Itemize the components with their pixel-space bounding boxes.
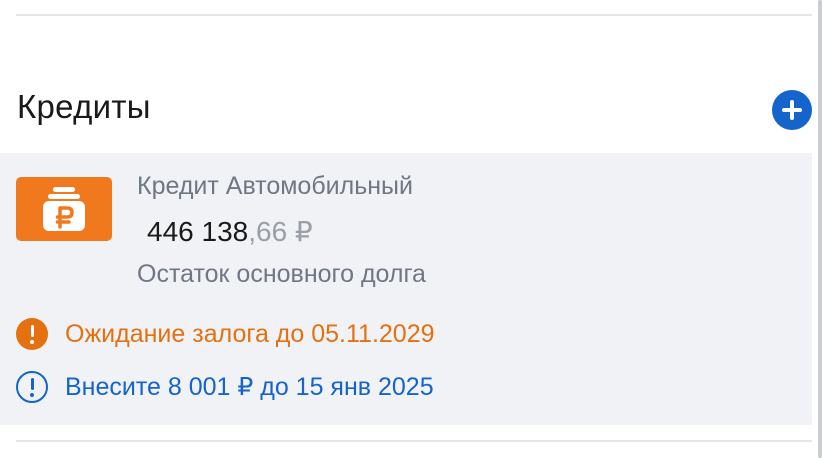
add-credit-button[interactable] [772,90,812,130]
pledge-warning-text: Ожидание залога до 05.11.2029 [65,319,435,348]
exclamation-circle-filled-icon [16,318,48,350]
amount-fraction: ,66 [248,216,288,247]
bottom-divider [16,440,812,442]
scrollbar[interactable] [818,0,822,458]
exclamation-circle-outline-icon [16,371,48,403]
pledge-warning[interactable]: Ожидание залога до 05.11.2029 [16,318,435,350]
wallet-ruble-icon [16,177,112,241]
credit-card[interactable]: Кредит Автомобильный 446 138,66 ₽ Остато… [0,153,812,425]
credit-amount: 446 138,66 ₽ [147,215,313,248]
payment-reminder-text: Внесите 8 001 ₽ до 15 янв 2025 [65,373,434,401]
amount-label: Остаток основного долга [137,260,426,288]
top-divider [16,14,812,16]
payment-reminder[interactable]: Внесите 8 001 ₽ до 15 янв 2025 [16,371,434,403]
amount-integer: 446 138 [147,216,249,247]
credit-name: Кредит Автомобильный [137,172,413,200]
amount-currency: ₽ [287,216,313,247]
section-title: Кредиты [17,88,151,125]
